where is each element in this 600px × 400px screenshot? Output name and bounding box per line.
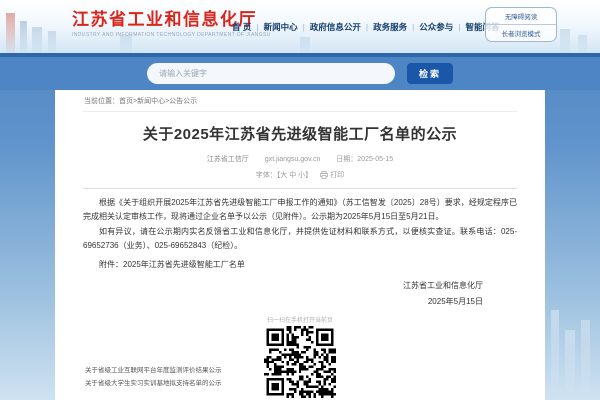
print-button[interactable]: 打印 (320, 170, 344, 180)
page: 江苏省工业和信息化厅 INDUSTRY AND INFORMATION TECH… (0, 0, 600, 400)
search-button[interactable]: 检索 (407, 63, 453, 84)
divider (83, 188, 517, 189)
accessibility-box: 无障碍阅读 长者浏览模式 (485, 7, 557, 42)
nav-separator: | (458, 22, 461, 32)
nav-separator: | (256, 22, 259, 32)
nav-item-info-disclosure[interactable]: 政府信息公开 (310, 22, 361, 32)
attachment-link[interactable]: 附件：2025年江苏省先进级智能工厂名单 (83, 259, 517, 270)
elder-mode-button[interactable]: 长者浏览模式 (486, 24, 556, 41)
nav-item-participation[interactable]: 公众参与 (419, 22, 453, 32)
font-size-switch[interactable]: 字体：【大 中 小】 (256, 170, 312, 180)
search-band: 检索 (0, 53, 600, 90)
search-input[interactable] (147, 63, 395, 84)
nav-separator: | (412, 22, 415, 32)
nav-separator: | (302, 22, 305, 32)
printer-icon (320, 171, 328, 179)
nav-item-services[interactable]: 政务服务 (373, 22, 407, 32)
article-body: 根据《关于组织开展2025年江苏省先进级智能工厂申报工作的通知》（苏工信智发〔2… (83, 196, 517, 254)
article-title: 关于2025年江苏省先进级智能工厂名单的公示 (142, 126, 458, 143)
article-toolbar: 字体：【大 中 小】 打印 (83, 170, 517, 180)
signature-date: 2025年5月15日 (427, 297, 483, 307)
nav-item-news[interactable]: 新闻中心 (264, 22, 298, 32)
article-site-url: gxt.jiangsu.gov.cn (264, 156, 321, 163)
related-link[interactable]: 关于省级大学生实习实训基地拟支持名单的公示 (85, 378, 222, 390)
signature-org: 江苏省工业和信息化厅 (403, 280, 483, 290)
article-date: 日期：2025-05-15 (336, 156, 394, 163)
article-source: 江苏省工信厅 (206, 156, 249, 163)
signature-block: 江苏省工业和信息化厅 2025年5月15日 (83, 278, 517, 312)
article-meta: 江苏省工信厅 gxt.jiangsu.gov.cn 日期：2025-05-15 (83, 154, 517, 164)
related-link[interactable]: 关于省级工业互联网平台年度监测评价结果公示 (85, 365, 222, 377)
qr-code (264, 326, 336, 399)
paragraph: 如有异议，请在公示期内实名反馈省工业和信息化厅，并提供佐证材料和联系方式，以便核… (83, 226, 517, 251)
nav-separator: | (365, 22, 369, 32)
paragraph: 根据《关于组织开展2025年江苏省先进级智能工厂申报工作的通知》（苏工信智发〔2… (83, 198, 517, 222)
print-label: 打印 (330, 172, 345, 179)
breadcrumb[interactable]: 当前位置：首页>新闻中心>公告公示 (83, 90, 517, 112)
site-header: 江苏省工业和信息化厅 INDUSTRY AND INFORMATION TECH… (0, 0, 600, 53)
article-card: 当前位置：首页>新闻中心>公告公示 关于2025年江苏省先进级智能工厂名单的公示… (55, 90, 545, 400)
main-nav: 首 页 | 新闻中心 | 政府信息公开 | 政务服务 | 公众参与 | 智能问答 (232, 21, 500, 33)
accessible-reading-button[interactable]: 无障碍阅读 (486, 8, 556, 24)
nav-item-home[interactable]: 首 页 (232, 22, 251, 32)
cityscape-background (545, 270, 600, 400)
qr-caption: 扫一扫在手机打开当前页 (266, 318, 333, 325)
related-links: 关于省级工业互联网平台年度监测评价结果公示 关于省级大学生实习实训基地拟支持名单… (85, 365, 222, 390)
